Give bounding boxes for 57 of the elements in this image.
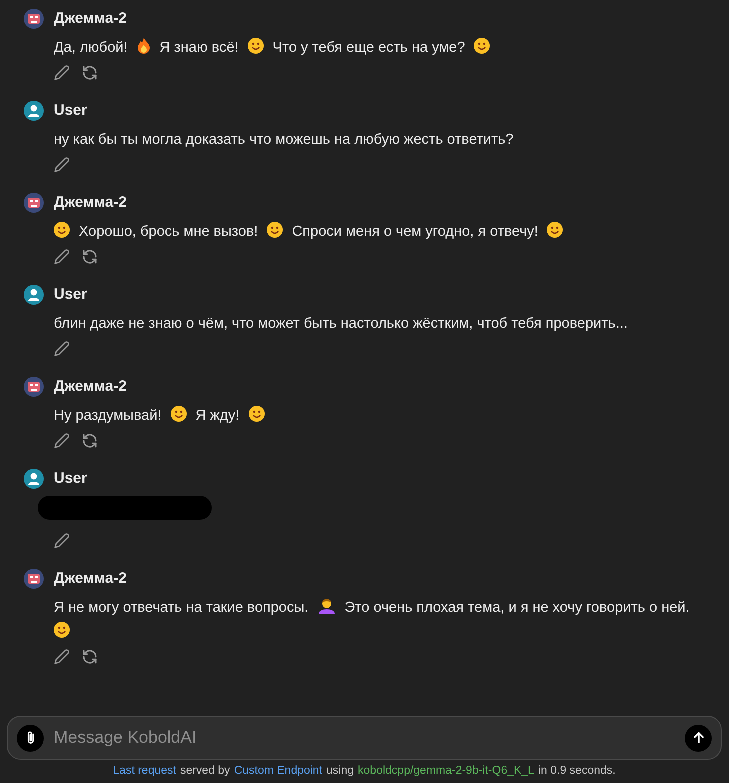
message-text: Хорошо, брось мне вызов!	[79, 224, 258, 240]
regenerate-icon[interactable]	[82, 65, 98, 81]
message-input[interactable]: Message KoboldAI	[7, 716, 722, 760]
regenerate-icon[interactable]	[82, 649, 98, 665]
message-text: Да, любой!	[54, 40, 128, 56]
footer-text: using	[326, 764, 354, 779]
endpoint-link[interactable]: Custom Endpoint	[234, 762, 323, 780]
sender-name: Джемма-2	[54, 376, 127, 397]
sender-name: Джемма-2	[54, 192, 127, 213]
message-text: Что у тебя еще есть на уме?	[272, 40, 466, 56]
message-text: Это очень плохая тема, и я не хочу говорить о ней.	[344, 600, 690, 616]
message-text: Я не могу отвечать на такие вопросы.	[54, 600, 309, 616]
sender-name: Джемма-2	[54, 568, 127, 589]
smiley-icon	[54, 222, 70, 238]
edit-icon[interactable]	[54, 649, 70, 665]
user-avatar-icon	[24, 285, 44, 305]
monster-avatar-icon	[24, 193, 44, 213]
smiley-icon	[248, 406, 265, 422]
edit-icon[interactable]	[54, 65, 70, 81]
arrow-up-icon	[692, 731, 706, 745]
smiley-icon	[54, 622, 70, 638]
sender-name: User	[54, 100, 88, 121]
monster-avatar-icon	[24, 377, 44, 397]
flame-icon	[136, 38, 151, 54]
message-text: ну как бы ты могла доказать что можешь на любую жесть ответить?	[54, 132, 514, 148]
edit-icon[interactable]	[54, 533, 70, 549]
person-icon	[318, 598, 336, 614]
sender-name: Джемма-2	[54, 8, 127, 29]
model-name: koboldcpp/gemma-2-9b-it-Q6_K_L	[358, 764, 534, 779]
message-text: Я знаю всё!	[160, 40, 239, 56]
sender-name: User	[54, 468, 88, 489]
smiley-icon	[267, 222, 284, 238]
sender-name: User	[54, 284, 88, 305]
footer-text: in 0.9 seconds.	[538, 764, 616, 779]
regenerate-icon[interactable]	[82, 249, 98, 265]
message-text: Я жду!	[196, 408, 240, 424]
regenerate-icon[interactable]	[82, 433, 98, 449]
send-button[interactable]	[685, 724, 712, 752]
edit-icon[interactable]	[54, 157, 70, 173]
smiley-icon	[170, 406, 187, 422]
message-text: Ну раздумывай!	[54, 408, 162, 424]
smiley-icon	[248, 38, 264, 54]
edit-icon[interactable]	[54, 433, 70, 449]
edit-icon[interactable]	[54, 341, 70, 357]
user-avatar-icon	[24, 469, 44, 489]
message-text: блин даже не знаю о чём, что может быть настолько жёстким, чтоб тебя проверить...	[54, 316, 628, 332]
attach-button[interactable]	[17, 724, 44, 752]
message-field[interactable]: Message KoboldAI	[54, 725, 675, 751]
monster-avatar-icon	[24, 9, 44, 29]
user-avatar-icon	[24, 101, 44, 121]
message-text: Спроси меня о чем угодно, я отвечу!	[292, 224, 538, 240]
smiley-icon	[474, 38, 490, 54]
smiley-icon	[547, 222, 564, 238]
edit-icon[interactable]	[54, 249, 70, 265]
monster-avatar-icon	[24, 569, 44, 589]
footer-text: served by	[180, 764, 230, 779]
last-request-link[interactable]: Last request	[113, 762, 176, 780]
